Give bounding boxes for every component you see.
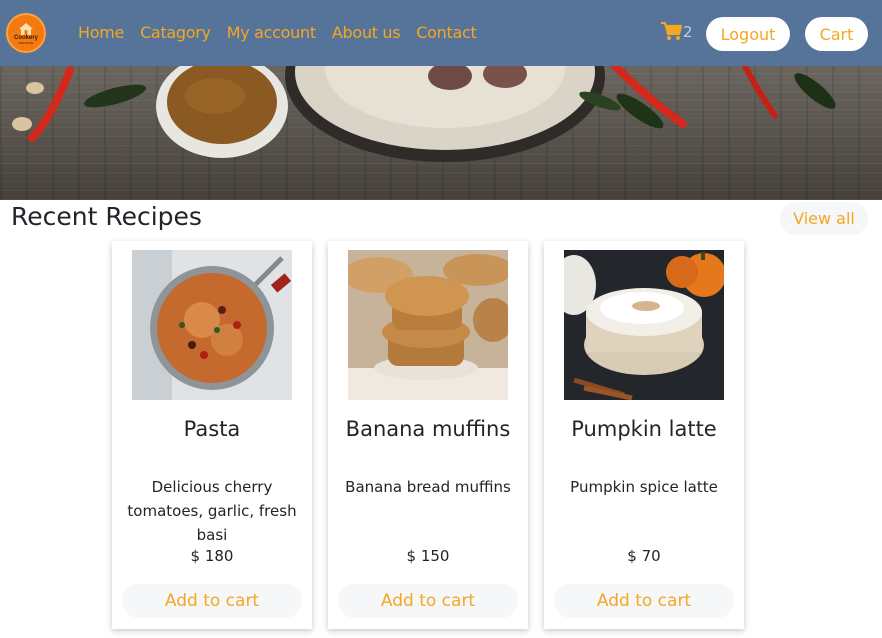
recipe-image xyxy=(348,250,508,400)
hero-banner xyxy=(0,66,882,200)
nav-link-category[interactable]: Catagory xyxy=(140,23,211,42)
add-to-cart-button[interactable]: Add to cart xyxy=(122,584,302,618)
recipe-description: Pumpkin spice latte xyxy=(570,478,718,496)
recipe-price: $ 180 xyxy=(190,547,234,565)
nav-links: Home Catagory My account About us Contac… xyxy=(78,23,492,42)
cart-indicator[interactable]: 2 xyxy=(661,22,693,41)
recipe-title: Pasta xyxy=(183,417,241,441)
add-to-cart-button[interactable]: Add to cart xyxy=(338,584,518,618)
nav-link-my-account[interactable]: My account xyxy=(227,23,316,42)
nav-link-home[interactable]: Home xyxy=(78,23,124,42)
add-to-cart-button[interactable]: Add to cart xyxy=(554,584,734,618)
recipe-image xyxy=(564,250,724,400)
view-all-button[interactable]: View all xyxy=(780,202,868,235)
recipe-price: $ 150 xyxy=(406,547,450,565)
nav-link-about-us[interactable]: About us xyxy=(332,23,401,42)
cart-button[interactable]: Cart xyxy=(805,17,868,51)
site-logo[interactable]: Cookery PARADISE xyxy=(6,13,46,53)
recipe-description: Banana bread muffins xyxy=(345,478,511,496)
recipe-title: Pumpkin latte xyxy=(571,417,717,441)
hero-food-image xyxy=(12,66,836,162)
recipe-card: Pumpkin latte Pumpkin spice latte $ 70 A… xyxy=(544,241,744,629)
recipe-card: Banana muffins Banana bread muffins $ 15… xyxy=(328,241,528,629)
section-title: Recent Recipes xyxy=(11,202,202,231)
house-icon xyxy=(19,23,33,35)
cart-count: 2 xyxy=(683,22,693,41)
recipe-price: $ 70 xyxy=(627,547,661,565)
shopping-cart-icon xyxy=(661,22,682,40)
recipe-image xyxy=(132,250,292,400)
navbar: Cookery PARADISE Home Catagory My accoun… xyxy=(0,0,882,66)
nav-link-contact[interactable]: Contact xyxy=(416,23,476,42)
logo-subtext: PARADISE xyxy=(18,41,34,45)
recipe-description: Delicious cherry tomatoes, garlic, fresh… xyxy=(127,478,297,544)
logout-button[interactable]: Logout xyxy=(706,17,790,51)
recipe-card: Pasta Delicious cherry tomatoes, garlic,… xyxy=(112,241,312,629)
recipe-title: Banana muffins xyxy=(345,417,511,441)
